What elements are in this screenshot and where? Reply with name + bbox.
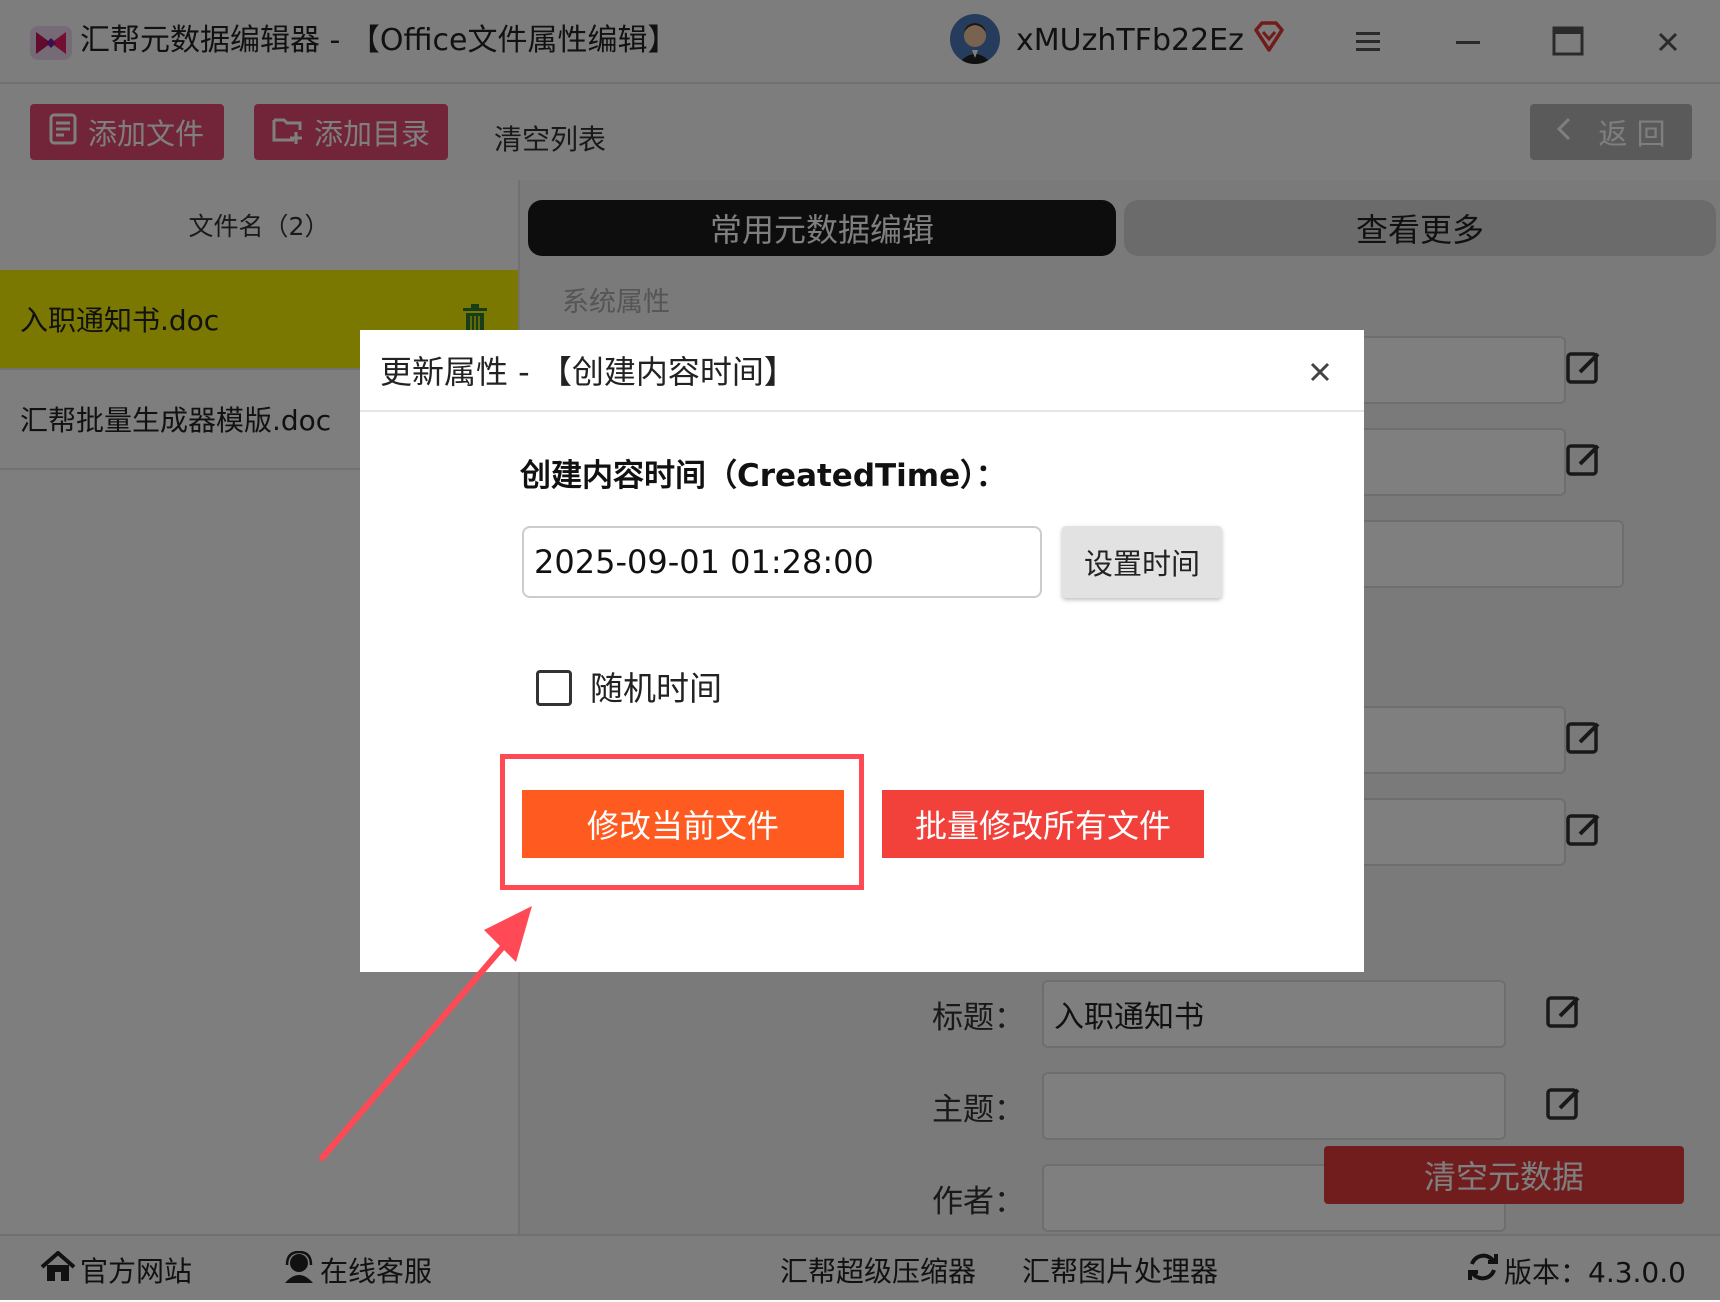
close-icon[interactable] bbox=[1300, 352, 1340, 392]
created-time-input[interactable]: 2025-09-01 01:28:00 bbox=[522, 526, 1042, 598]
dialog-title: 更新属性 - 【创建内容时间】 bbox=[380, 353, 796, 391]
set-time-button[interactable]: 设置时间 bbox=[1062, 526, 1222, 598]
batch-modify-all-button[interactable]: 批量修改所有文件 bbox=[882, 790, 1204, 858]
divider bbox=[360, 410, 1364, 412]
created-time-label: 创建内容时间（CreatedTime）： bbox=[520, 458, 1007, 494]
random-time-label[interactable]: 随机时间 bbox=[590, 662, 722, 710]
created-time-value: 2025-09-01 01:28:00 bbox=[534, 543, 874, 581]
random-time-checkbox[interactable] bbox=[536, 670, 572, 706]
highlight-box bbox=[500, 754, 864, 890]
